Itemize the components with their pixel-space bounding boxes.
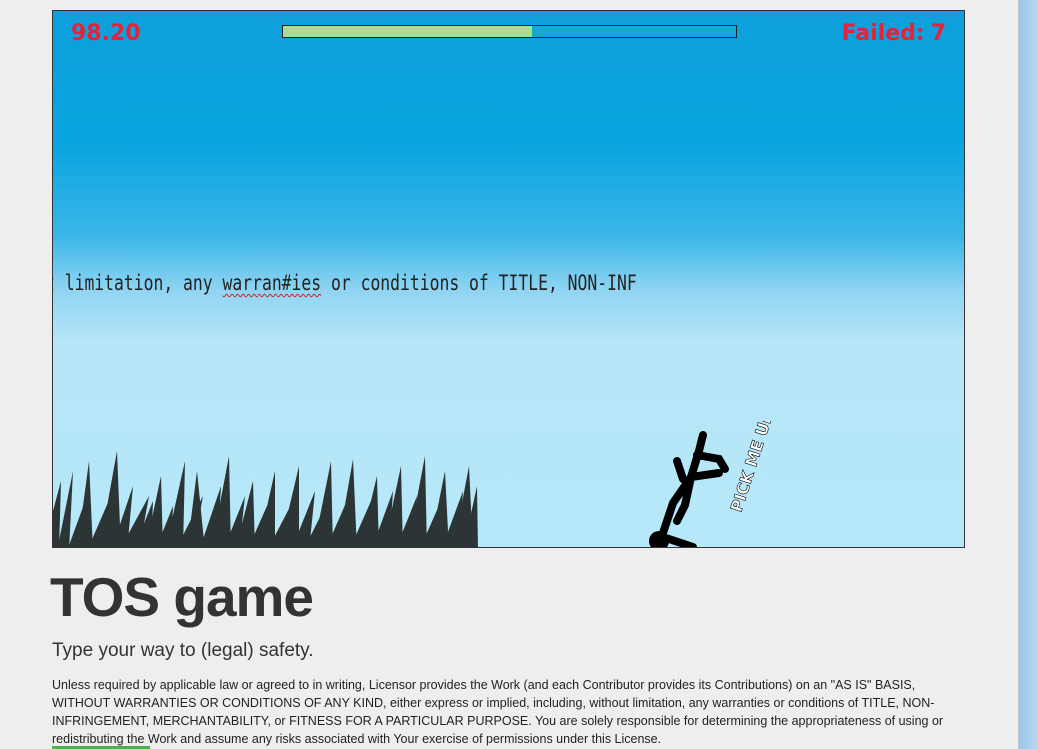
typing-text-line: t limitation, any warran#ies or conditio… <box>52 271 637 295</box>
grass-decoration <box>53 451 478 547</box>
license-text: Unless required by applicable law or agr… <box>52 678 944 746</box>
progress-fill <box>283 26 533 37</box>
typing-text-typo: warran#ies <box>222 271 322 295</box>
page-title: TOS game <box>50 566 314 628</box>
score-display: 98.20 <box>71 21 141 46</box>
typing-text-before: t limitation, any <box>52 271 223 295</box>
failed-counter: Failed: 7 <box>836 21 946 46</box>
failed-count: 7 <box>930 21 946 46</box>
stickman-sign: PICK ME UP!!!! <box>727 421 786 514</box>
game-canvas[interactable]: 98.20 Failed: 7 t limitation, any warran#… <box>52 10 965 548</box>
typing-text-after: or conditions of TITLE, NON-INF <box>321 271 637 295</box>
failed-label: Failed: <box>841 21 925 46</box>
progress-bar <box>282 25 737 38</box>
page-tagline: Type your way to (legal) safety. <box>52 640 314 661</box>
stickman-character: PICK ME UP!!!! <box>649 421 786 547</box>
browser-scrollbar[interactable] <box>1018 0 1038 749</box>
